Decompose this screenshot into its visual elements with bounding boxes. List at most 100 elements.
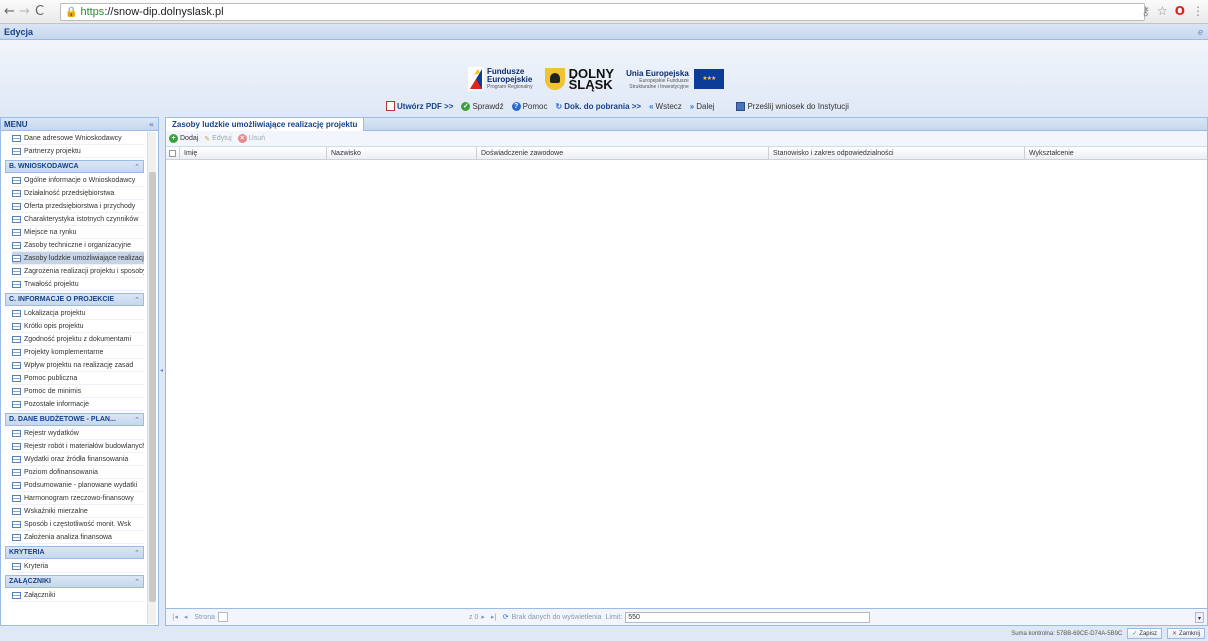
- menu-section-header[interactable]: KRYTERIA ⌃: [5, 546, 144, 559]
- sidebar-item[interactable]: Poziom dofinansowania: [12, 466, 144, 479]
- collapse-left-icon[interactable]: «: [149, 120, 154, 129]
- sidebar-item[interactable]: Oferta przedsiębiorstwa i przychody: [12, 200, 144, 213]
- help-icon[interactable]: e: [1198, 27, 1203, 37]
- window-titlebar: Edycja e: [0, 24, 1208, 40]
- sidebar-item[interactable]: Załączniki: [12, 589, 144, 602]
- back-button[interactable]: «Wstecz: [649, 102, 682, 111]
- last-page-icon[interactable]: ▸|: [491, 613, 497, 621]
- sidebar-item[interactable]: Wydatki oraz źródła finansowania: [12, 453, 144, 466]
- sidebar-item[interactable]: Dane adresowe Wnioskodawcy: [12, 132, 144, 145]
- sidebar-item[interactable]: Założenia analiza finansowa: [12, 531, 144, 544]
- sidebar-item[interactable]: Wskaźniki mierzalne: [12, 505, 144, 518]
- form-icon: [12, 189, 21, 197]
- next-button[interactable]: » Dalej: [690, 102, 715, 111]
- form-icon: [12, 387, 21, 395]
- menu-section-header[interactable]: ZAŁĄCZNIKI ⌃: [5, 575, 144, 588]
- collapse-icon[interactable]: ⌃: [134, 578, 140, 586]
- opera-icon[interactable]: O: [1175, 4, 1185, 18]
- menu-section-header[interactable]: B. WNIOSKODAWCA ⌃: [5, 160, 144, 173]
- delete-button[interactable]: × Usuń: [237, 134, 265, 143]
- sidebar-item-label: Kryteria: [24, 562, 49, 570]
- menu-section-header[interactable]: D. DANE BUDŻETOWE - PLAN... ⌃: [5, 413, 144, 426]
- sidebar-item[interactable]: Ogólne informacje o Wnioskodawcy: [12, 174, 144, 187]
- sidebar-item[interactable]: Rejestr wydatków: [12, 427, 144, 440]
- first-page-icon[interactable]: |◂: [172, 613, 178, 621]
- sidebar-item[interactable]: Sposób i częstotliwość monit. Wsk: [12, 518, 144, 531]
- form-icon: [12, 228, 21, 236]
- sidebar-item[interactable]: Projekty komplementarne: [12, 346, 144, 359]
- prev-page-icon[interactable]: ◂: [184, 613, 188, 621]
- forward-arrow-icon[interactable]: →: [17, 4, 32, 19]
- sidebar-item[interactable]: Zagrożenia realizacji projektu i sposoby: [12, 265, 144, 278]
- sidebar-item-label: Ogólne informacje o Wnioskodawcy: [24, 176, 136, 184]
- form-icon: [12, 176, 21, 184]
- page-label: Strona: [194, 613, 216, 621]
- menu-section-header[interactable]: C. INFORMACJE O PROJEKCIE ⌃: [5, 293, 144, 306]
- sidebar-item[interactable]: Działalność przedsiębiorstwa: [12, 187, 144, 200]
- refresh-icon[interactable]: ⟳: [503, 613, 509, 621]
- sidebar-item[interactable]: Pomoc publiczna: [12, 372, 144, 385]
- send-application-button[interactable]: Prześlij wniosek do Instytucji: [736, 101, 849, 111]
- menu-icon[interactable]: ⋮: [1192, 4, 1204, 18]
- sidebar-item[interactable]: Zasoby techniczne i organizacyjne: [12, 239, 144, 252]
- sidebar-item[interactable]: Pomoc de minimis: [12, 385, 144, 398]
- sidebar-item[interactable]: Trwałość projektu: [12, 278, 144, 291]
- sidebar-item[interactable]: Podsumowanie - planowane wydatki: [12, 479, 144, 492]
- page-input[interactable]: [218, 612, 229, 622]
- sidebar-item[interactable]: Wpływ projektu na realizację zasad: [12, 359, 144, 372]
- sidebar-item-label: Zgodność projektu z dokumentami: [24, 335, 131, 343]
- sidebar-item-label: Partnerzy projektu: [24, 147, 81, 155]
- sidebar-item[interactable]: Miejsce na rynku: [12, 226, 144, 239]
- sidebar-item-label: Podsumowanie - planowane wydatki: [24, 481, 138, 489]
- limit-input[interactable]: 550: [625, 611, 871, 623]
- select-all-checkbox[interactable]: [166, 147, 180, 159]
- collapse-icon[interactable]: ⌃: [134, 296, 140, 304]
- pencil-icon: ✎: [204, 135, 211, 143]
- form-icon: [12, 507, 21, 515]
- column-header-doswiadczenie[interactable]: Doświadczenie zawodowe: [477, 147, 769, 159]
- sidebar-item[interactable]: Pozostałe informacje: [12, 398, 144, 411]
- documents-download-button[interactable]: ↻ Dok. do pobrania >>: [555, 102, 641, 111]
- splitter-arrow-icon[interactable]: ◂: [160, 367, 163, 374]
- address-bar[interactable]: 🔒 https://snow-dip.dolnyslask.pl: [60, 3, 1145, 21]
- star-icon[interactable]: ☆: [1157, 4, 1168, 18]
- sidebar-item-label: Miejsce na rynku: [24, 228, 77, 236]
- help-button[interactable]: ? Pomoc: [511, 101, 547, 111]
- limit-dropdown-icon[interactable]: ▾: [1195, 611, 1204, 623]
- main-panel: Zasoby ludzkie umożliwiające realizację …: [165, 117, 1208, 626]
- url-protocol: https: [80, 6, 105, 18]
- column-header-wyksztalcenie[interactable]: Wykształcenie: [1025, 147, 1207, 159]
- sidebar-item[interactable]: Rejestr robót i materiałów budowlanych: [12, 440, 144, 453]
- sidebar-item[interactable]: Lokalizacja projektu: [12, 307, 144, 320]
- column-header-nazwisko[interactable]: Nazwisko: [327, 147, 477, 159]
- sidebar-item-label: Sposób i częstotliwość monit. Wsk: [24, 520, 131, 528]
- back-arrow-icon[interactable]: ←: [2, 4, 17, 19]
- menu-scrollbar[interactable]: [147, 132, 156, 624]
- column-header-imie[interactable]: Imię: [180, 147, 327, 159]
- close-button[interactable]: ✕ Zamknij: [1166, 628, 1205, 639]
- footer: Suma kontrolna: 57BB-69CE-D74A-5B9C ✓ Zap…: [0, 626, 1208, 641]
- collapse-icon[interactable]: ⌃: [134, 549, 140, 557]
- sidebar-item[interactable]: Harmonogram rzeczowo-finansowy: [12, 492, 144, 505]
- check-button[interactable]: ✓ Sprawdź: [461, 101, 504, 111]
- add-button[interactable]: + Dodaj: [169, 134, 198, 143]
- sidebar-item[interactable]: Zasoby ludzkie umożliwiające realizację: [12, 252, 144, 265]
- next-page-icon[interactable]: ▸: [481, 613, 485, 621]
- collapse-icon[interactable]: ⌃: [134, 416, 140, 424]
- checksum: Suma kontrolna: 57BB-69CE-D74A-5B9C: [1011, 630, 1123, 637]
- reload-icon[interactable]: C: [32, 4, 47, 19]
- sidebar-item[interactable]: Charakterystyka istotnych czynników: [12, 213, 144, 226]
- browser-icons: ⚷ ☆ O ⋮: [1141, 4, 1204, 18]
- sidebar-item[interactable]: Zgodność projektu z dokumentami: [12, 333, 144, 346]
- sidebar-item[interactable]: Krótki opis projektu: [12, 320, 144, 333]
- sidebar-item[interactable]: Kryteria: [12, 560, 144, 573]
- collapse-icon[interactable]: ⌃: [134, 163, 140, 171]
- column-header-stanowisko[interactable]: Stanowisko i zakres odpowiedzialności: [769, 147, 1025, 159]
- grid-header: Imię Nazwisko Doświadczenie zawodowe Sta…: [166, 147, 1207, 160]
- save-button[interactable]: ✓ Zapisz: [1127, 628, 1162, 639]
- create-pdf-button[interactable]: Utwórz PDF >>: [386, 101, 453, 111]
- form-icon: [12, 280, 21, 288]
- key-icon[interactable]: ⚷: [1141, 4, 1150, 18]
- sidebar-item[interactable]: Partnerzy projektu: [12, 145, 144, 158]
- edit-button[interactable]: ✎ Edytuj: [204, 135, 231, 143]
